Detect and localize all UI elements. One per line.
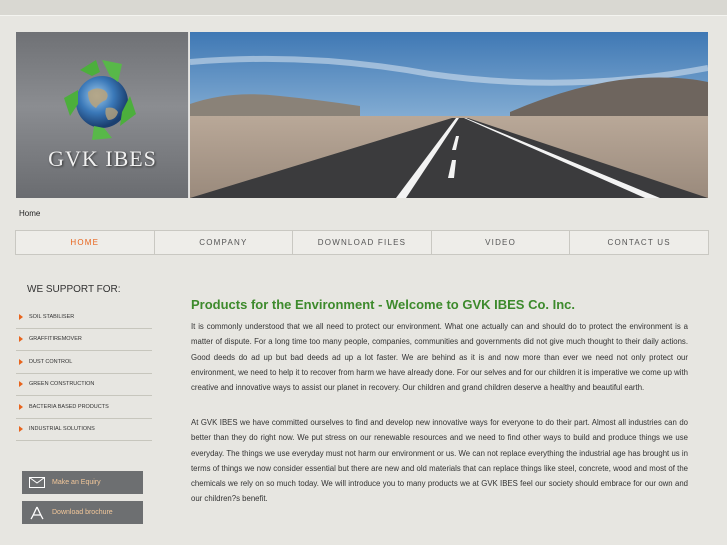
page-title: Products for the Environment - Welcome t… <box>191 297 576 312</box>
arrow-right-icon <box>19 336 23 343</box>
intro-paragraph: It is commonly understood that we all ne… <box>191 322 688 393</box>
sidebar-list: SOIL STABILISER GRAFFITIREMOVER DUST CON… <box>16 306 152 441</box>
page: GVK IBES Home HOME COMPANY DOWNLOAD FILE… <box>0 15 727 545</box>
make-enquiry-label: Make an Equiry <box>52 479 101 486</box>
envelope-icon <box>22 477 52 488</box>
arrow-right-icon <box>19 426 23 433</box>
sidebar-item-label: GRAFFITIREMOVER <box>29 336 82 343</box>
make-enquiry-button[interactable]: Make an Equiry <box>22 471 143 494</box>
logo[interactable]: GVK IBES <box>16 32 189 198</box>
nav-item-contact-us[interactable]: CONTACT US <box>570 231 708 254</box>
mission-paragraph: At GVK IBES we have committed ourselves … <box>191 418 688 504</box>
main-nav: HOME COMPANY DOWNLOAD FILES VIDEO CONTAC… <box>15 230 709 255</box>
download-brochure-button[interactable]: Download brochure <box>22 501 143 524</box>
nav-item-video[interactable]: VIDEO <box>432 231 571 254</box>
arrow-right-icon <box>19 313 23 320</box>
sidebar-item-soil-stabiliser[interactable]: SOIL STABILISER <box>16 306 152 329</box>
nav-item-home[interactable]: HOME <box>16 231 155 254</box>
download-brochure-label: Download brochure <box>52 509 113 516</box>
sidebar-title: WE SUPPORT FOR: <box>27 284 121 295</box>
logo-text: GVK IBES <box>48 146 157 171</box>
sidebar-item-label: BACTERIA BASED PRODUCTS <box>29 403 109 410</box>
nav-item-company[interactable]: COMPANY <box>155 231 294 254</box>
arrow-right-icon <box>19 381 23 388</box>
sidebar-item-industrial-solutions[interactable]: INDUSTRIAL SOLUTIONS <box>16 419 152 441</box>
sidebar-item-graffiti-remover[interactable]: GRAFFITIREMOVER <box>16 329 152 351</box>
sidebar-item-bacteria-based-products[interactable]: BACTERIA BASED PRODUCTS <box>16 396 152 419</box>
sidebar-item-label: DUST CONTROL <box>29 358 73 365</box>
sidebar-item-dust-control[interactable]: DUST CONTROL <box>16 351 152 374</box>
sidebar-item-green-construction[interactable]: GREEN CONSTRUCTION <box>16 374 152 396</box>
sidebar-item-label: SOIL STABILISER <box>29 313 75 320</box>
nav-item-download-files[interactable]: DOWNLOAD FILES <box>293 231 432 254</box>
sidebar-item-label: GREEN CONSTRUCTION <box>29 381 95 388</box>
sidebar-item-label: INDUSTRIAL SOLUTIONS <box>29 426 95 433</box>
recycle-globe-icon <box>64 60 136 140</box>
arrow-right-icon <box>19 358 23 365</box>
pdf-icon <box>22 506 52 520</box>
hero-banner-road-image <box>190 32 708 198</box>
arrow-right-icon <box>19 403 23 410</box>
breadcrumb[interactable]: Home <box>19 209 40 218</box>
header: GVK IBES <box>16 32 708 198</box>
